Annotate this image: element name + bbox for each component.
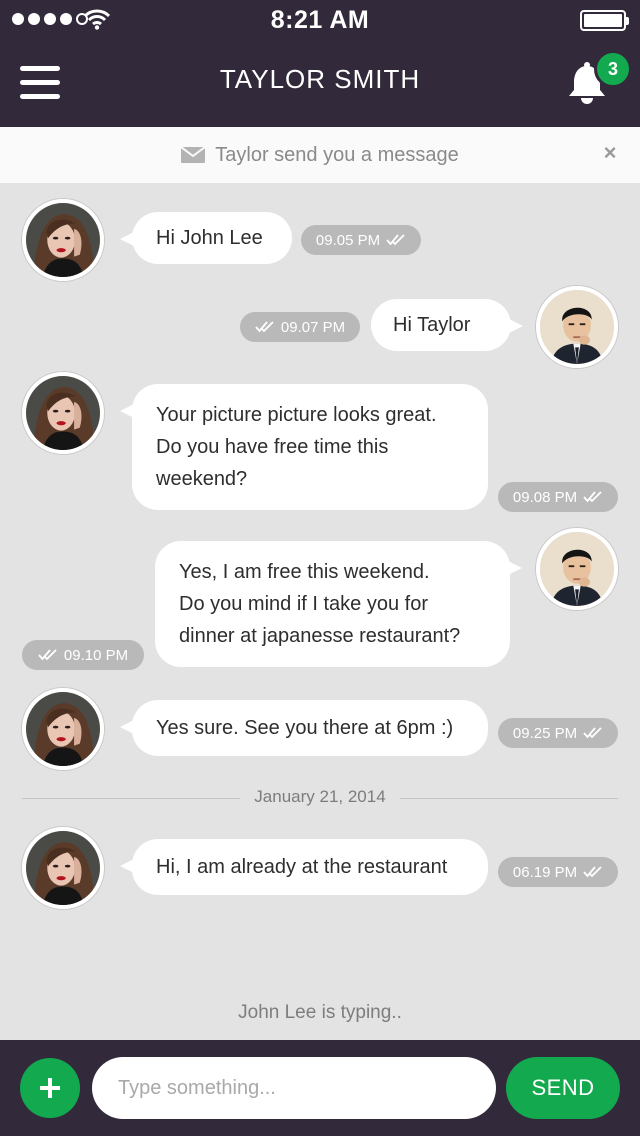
contact-avatar[interactable] (22, 827, 104, 909)
message-timestamp: 09.10 PM (22, 640, 144, 670)
date-separator: January 21, 2014 (240, 787, 400, 807)
message-composer: SEND (0, 1040, 640, 1136)
my-avatar[interactable] (536, 286, 618, 368)
read-receipt-icon (255, 321, 275, 333)
message-text: Your picture picture looks great. Do you… (156, 404, 437, 490)
read-receipt-icon (38, 649, 58, 661)
incoming-message-bubble[interactable]: Yes sure. See you there at 6pm :) (120, 700, 488, 756)
read-receipt-icon (583, 727, 603, 739)
read-receipt-icon (583, 866, 603, 878)
message-timestamp: 09.07 PM (240, 312, 360, 342)
timestamp-text: 09.10 PM (63, 646, 129, 664)
contact-avatar[interactable] (22, 372, 104, 454)
close-icon[interactable]: × (598, 141, 622, 165)
timestamp-text: 09.05 PM (315, 231, 381, 249)
status-time: 8:21 AM (270, 6, 370, 34)
new-message-notification[interactable]: Taylor send you a message × (0, 127, 640, 183)
message-timestamp: 09.05 PM (301, 225, 421, 255)
add-attachment-button[interactable] (20, 1058, 80, 1118)
typing-indicator: John Lee is typing.. (238, 1002, 402, 1023)
incoming-message-bubble[interactable]: Hi John Lee (120, 212, 292, 264)
outgoing-message-bubble[interactable]: Yes, I am free this weekend. Do you mind… (155, 541, 522, 667)
envelope-icon (181, 147, 206, 163)
outgoing-message-bubble[interactable]: Hi Taylor (371, 299, 523, 351)
battery-icon (580, 10, 629, 31)
send-button[interactable]: SEND (506, 1057, 620, 1119)
page-title: TAYLOR SMITH (219, 64, 421, 94)
contact-avatar[interactable] (22, 199, 104, 281)
incoming-message-bubble[interactable]: Hi, I am already at the restaurant (120, 839, 488, 895)
message-text: Hi John Lee (156, 227, 263, 249)
contact-avatar[interactable] (22, 688, 104, 770)
message-text: Yes, I am free this weekend. Do you mind… (179, 561, 461, 647)
message-timestamp: 09.08 PM (498, 482, 618, 512)
notification-text: Taylor send you a message (215, 143, 459, 166)
read-receipt-icon (583, 491, 603, 503)
message-timestamp: 09.25 PM (498, 718, 618, 748)
incoming-message-bubble[interactable]: Your picture picture looks great. Do you… (120, 384, 488, 510)
timestamp-text: 09.07 PM (280, 318, 346, 336)
message-text: Hi Taylor (393, 314, 471, 336)
timestamp-text: 09.08 PM (512, 488, 578, 506)
app-header: 8:21 AM TAYLOR SMITH 3 (0, 0, 640, 127)
notification-count-badge: 3 (594, 50, 632, 88)
timestamp-text: 06.19 PM (512, 863, 578, 881)
message-text: Hi, I am already at the restaurant (156, 856, 448, 878)
timestamp-text: 09.25 PM (512, 724, 578, 742)
status-bar: 8:21 AM (0, 0, 640, 40)
message-timestamp: 06.19 PM (498, 857, 618, 887)
message-text: Yes sure. See you there at 6pm :) (156, 717, 454, 739)
my-avatar[interactable] (536, 528, 618, 610)
message-input[interactable] (92, 1057, 496, 1119)
read-receipt-icon (386, 234, 406, 246)
